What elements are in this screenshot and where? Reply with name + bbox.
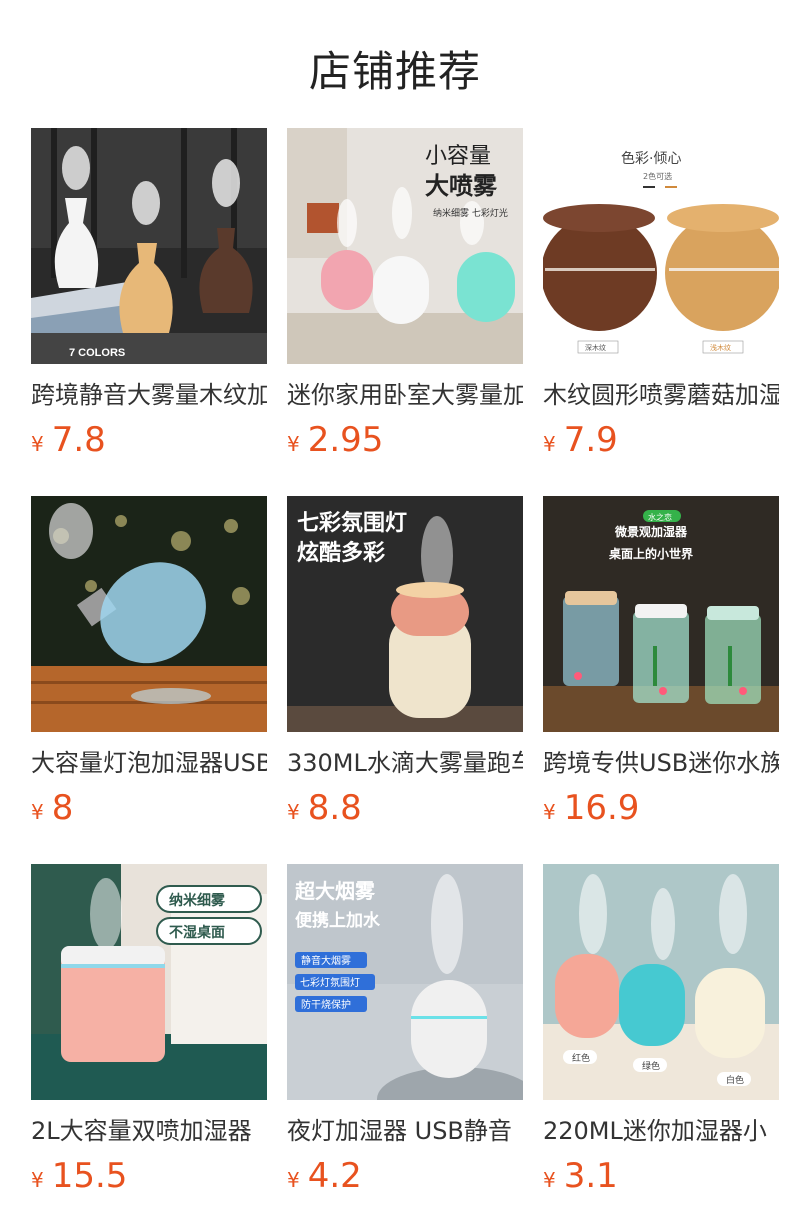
product-name[interactable]: 迷你家用卧室大雾量加湿器 xyxy=(287,378,523,412)
box-humidifier-image: 纳米细雾 不湿桌面 xyxy=(31,864,267,1100)
price-value: 3.1 xyxy=(563,1156,618,1196)
product-price: ¥8 xyxy=(31,786,267,830)
price-value: 7.9 xyxy=(563,420,618,460)
mini-egg-humidifier-image: 小容量 大喷雾 纳米细雾 七彩灯光 xyxy=(287,128,523,364)
image-feature: 防干烧保护 xyxy=(301,998,351,1011)
color-option-label: 红色 xyxy=(572,1052,590,1064)
trio-humidifier-image: 红色 绿色 白色 xyxy=(543,864,779,1100)
product-name[interactable]: 木纹圆形喷雾蘑菇加湿器 xyxy=(543,378,779,412)
vase-humidifier-image: 7 COLORS xyxy=(31,128,267,364)
product-image[interactable]: 七彩氛围灯 炫酷多彩 xyxy=(287,496,523,732)
price-value: 16.9 xyxy=(563,788,640,828)
price-value: 7.8 xyxy=(51,420,106,460)
price-value: 4.2 xyxy=(307,1156,362,1196)
image-headline: 便携上加水 xyxy=(295,910,381,931)
color-option-label: 白色 xyxy=(726,1074,744,1086)
price-value: 2.95 xyxy=(307,420,384,460)
product-grid: 7 COLORS 跨境静音大雾量木纹加湿器 ¥7.8 xyxy=(31,128,779,1232)
currency-symbol: ¥ xyxy=(543,432,556,456)
product-name[interactable]: 330ML水滴大雾量跑车加湿器 xyxy=(287,746,523,780)
image-headline: 桌面上的小世界 xyxy=(608,546,693,561)
store-recommendations-page: 店铺推荐 7 COLORS 跨境静音大雾量木纹加 ¥ 7.8 小容量 大喷雾 纳… xyxy=(0,0,790,1232)
image-headline: 色彩·倾心 xyxy=(621,150,681,167)
image-headline: 微景观加湿器 xyxy=(614,524,688,539)
product-card[interactable]: 七彩氛围灯 炫酷多彩 330ML水滴大雾量跑车加湿器 ¥8.8 xyxy=(287,496,523,864)
image-subline: 2色可选 xyxy=(643,171,672,181)
price-value: 8.8 xyxy=(307,788,362,828)
product-card[interactable]: 红色 绿色 白色 220ML迷你加湿器小 ¥3.1 xyxy=(543,864,779,1232)
image-label: 深木纹 xyxy=(585,343,606,352)
product-price: ¥4.2 xyxy=(287,1154,523,1198)
product-name[interactable]: 2L大容量双喷加湿器 xyxy=(31,1114,267,1148)
product-price: ¥15.5 xyxy=(31,1154,267,1198)
product-card[interactable]: 超大烟雾 便携上加水 静音大烟雾 七彩灯氛围灯 防干烧保护 夜灯加湿器 USB静… xyxy=(287,864,523,1232)
currency-symbol: ¥ xyxy=(287,432,300,456)
currency-symbol: ¥ xyxy=(287,1168,300,1192)
image-headline: 小容量 xyxy=(425,144,491,169)
image-headline: 超大烟雾 xyxy=(294,879,376,903)
product-image[interactable]: 7 COLORS xyxy=(31,128,267,364)
aquarium-humidifier-image: 水之恋 微景观加湿器 桌面上的小世界 xyxy=(543,496,779,732)
image-headline: 七彩氛围灯 xyxy=(297,510,407,536)
currency-symbol: ¥ xyxy=(31,432,44,456)
section-title: 店铺推荐 xyxy=(308,47,481,96)
image-feature: 七彩灯氛围灯 xyxy=(300,976,360,989)
currency-symbol: ¥ xyxy=(31,800,44,824)
product-image[interactable]: 水之恋 微景观加湿器 桌面上的小世界 xyxy=(543,496,779,732)
currency-symbol: ¥ xyxy=(543,1168,556,1192)
product-image[interactable] xyxy=(31,496,267,732)
product-image[interactable]: 超大烟雾 便携上加水 静音大烟雾 七彩灯氛围灯 防干烧保护 xyxy=(287,864,523,1100)
currency-symbol: ¥ xyxy=(287,800,300,824)
product-price: ¥2.95 xyxy=(287,418,523,462)
product-name[interactable]: 大容量灯泡加湿器USB xyxy=(31,746,267,780)
product-card[interactable]: 水之恋 微景观加湿器 桌面上的小世界 跨境专供USB迷你水族箱加湿器 ¥16.9 xyxy=(543,496,779,864)
color-option-label: 绿色 xyxy=(642,1060,660,1072)
product-price: ¥7.9 xyxy=(543,418,779,462)
image-headline: 纳米细雾 xyxy=(169,892,226,909)
currency-symbol: ¥ xyxy=(31,1168,44,1192)
mushroom-humidifier-image: 色彩·倾心 2色可选 深木纹 浅木纹 xyxy=(543,128,779,364)
product-card[interactable]: 7 COLORS 跨境静音大雾量木纹加湿器 ¥7.8 xyxy=(31,128,267,496)
image-subline: 纳米细雾 七彩灯光 xyxy=(433,207,508,219)
product-card[interactable]: 小容量 大喷雾 纳米细雾 七彩灯光 迷你家用卧室大雾量加湿器 ¥2.95 xyxy=(287,128,523,496)
currency-symbol: ¥ xyxy=(543,800,556,824)
product-image[interactable]: 纳米细雾 不湿桌面 xyxy=(31,864,267,1100)
image-headline: 炫酷多彩 xyxy=(297,540,385,566)
product-name[interactable]: 跨境专供USB迷你水族箱加湿器 xyxy=(543,746,779,780)
product-name[interactable]: 跨境静音大雾量木纹加湿器 xyxy=(31,378,267,412)
product-price: ¥8.8 xyxy=(287,786,523,830)
product-name[interactable]: 220ML迷你加湿器小 xyxy=(543,1114,779,1148)
product-price: ¥7.8 xyxy=(31,418,267,462)
product-image[interactable]: 红色 绿色 白色 xyxy=(543,864,779,1100)
product-price: ¥16.9 xyxy=(543,786,779,830)
product-price: ¥3.1 xyxy=(543,1154,779,1198)
product-image[interactable]: 小容量 大喷雾 纳米细雾 七彩灯光 xyxy=(287,128,523,364)
product-card[interactable]: 大容量灯泡加湿器USB ¥8 xyxy=(31,496,267,864)
drop-humidifier-image: 七彩氛围灯 炫酷多彩 xyxy=(287,496,523,732)
product-name[interactable]: 夜灯加湿器 USB静音 xyxy=(287,1114,523,1148)
image-tag: 水之恋 xyxy=(648,512,672,522)
product-card[interactable]: 纳米细雾 不湿桌面 2L大容量双喷加湿器 ¥15.5 xyxy=(31,864,267,1232)
image-label: 浅木纹 xyxy=(710,343,731,352)
price-value: 15.5 xyxy=(51,1156,128,1196)
product-image[interactable]: 色彩·倾心 2色可选 深木纹 浅木纹 xyxy=(543,128,779,364)
image-headline: 大喷雾 xyxy=(425,172,498,200)
image-feature: 静音大烟雾 xyxy=(301,954,351,967)
nightlight-humidifier-image: 超大烟雾 便携上加水 静音大烟雾 七彩灯氛围灯 防干烧保护 xyxy=(287,864,523,1100)
lightbulb-humidifier-image xyxy=(31,496,267,732)
price-value: 8 xyxy=(51,788,74,828)
image-headline: 不湿桌面 xyxy=(169,924,225,941)
image-caption: 7 COLORS xyxy=(69,347,125,359)
product-card[interactable]: 色彩·倾心 2色可选 深木纹 浅木纹 木纹圆形喷雾蘑菇加湿器 ¥7. xyxy=(543,128,779,496)
